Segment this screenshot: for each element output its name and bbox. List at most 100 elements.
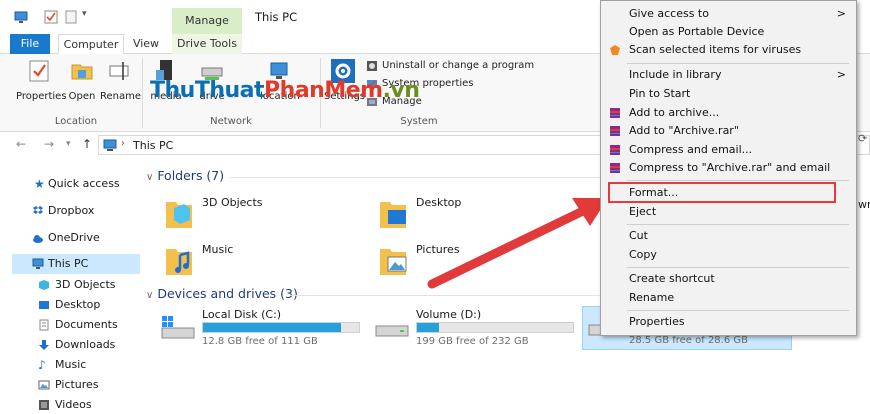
sidebar-item-label: Pictures	[55, 378, 99, 391]
this-pc-icon	[32, 258, 44, 269]
menu-item-open-portable[interactable]: Open as Portable Device	[601, 23, 856, 41]
folder-music[interactable]: Music	[164, 243, 364, 283]
back-arrow-icon[interactable]: ←	[16, 137, 26, 151]
sidebar-item-label: Quick access	[48, 177, 120, 190]
menu-item-label: Copy	[629, 248, 657, 261]
forward-arrow-icon[interactable]: →	[44, 137, 54, 151]
sidebar-item-videos[interactable]: Videos	[0, 395, 140, 414]
folder-3d-objects[interactable]: 3D Objects	[164, 196, 364, 236]
partially-hidden-folder-label: wn	[858, 198, 870, 211]
sidebar-item-onedrive[interactable]: OneDrive	[0, 228, 140, 248]
watermark-part3: .vn	[382, 78, 420, 103]
watermark-part2: PhanMem	[264, 78, 383, 103]
download-arrow-icon	[39, 340, 49, 350]
drive-free-space: 12.8 GB free of 111 GB	[202, 336, 318, 347]
this-pc-icon	[103, 139, 117, 151]
menu-item-label: Compress and email...	[629, 143, 753, 156]
sidebar-item-label: Music	[55, 358, 87, 371]
sidebar-item-label: Dropbox	[48, 204, 95, 217]
sidebar-item-pictures[interactable]: Pictures	[0, 375, 140, 395]
properties-button[interactable]: Properties	[16, 58, 67, 102]
breadcrumb-chevron-icon: ›	[121, 138, 125, 149]
tab-file[interactable]: File	[10, 34, 50, 54]
sidebar-item-dropbox[interactable]: Dropbox	[0, 201, 140, 221]
winrar-icon	[610, 163, 620, 173]
folders-header-label: Folders (7)	[157, 168, 225, 183]
sidebar-item-label: 3D Objects	[55, 278, 116, 291]
menu-item-label: Compress to "Archive.rar" and email	[629, 161, 831, 174]
menu-item-pin-start[interactable]: Pin to Start	[601, 85, 856, 103]
sidebar-item-label: This PC	[48, 257, 89, 270]
tab-view[interactable]: View	[128, 34, 164, 54]
context-tab-manage: Manage	[172, 8, 242, 34]
menu-item-rename[interactable]: Rename	[601, 289, 856, 307]
drives-header[interactable]: ∨ Devices and drives (3)	[146, 286, 298, 301]
properties-icon	[29, 60, 49, 82]
sidebar-item-quick-access[interactable]: ★ Quick access	[0, 174, 140, 194]
up-arrow-icon[interactable]: ↑	[82, 137, 92, 151]
sidebar-item-this-pc[interactable]: This PC	[12, 254, 140, 274]
sidebar-item-label: Desktop	[55, 298, 101, 311]
group-label-system: System	[400, 116, 438, 127]
refresh-icon[interactable]: ⟳	[858, 132, 867, 145]
3d-objects-icon	[39, 280, 49, 290]
section-divider	[230, 177, 600, 178]
new-folder-icon[interactable]	[64, 10, 78, 24]
sidebar-item-documents[interactable]: Documents	[0, 315, 140, 335]
folder-label: Pictures	[416, 243, 460, 256]
uninstall-program-button[interactable]: Uninstall or change a program	[366, 58, 534, 74]
properties-check-icon[interactable]	[44, 10, 58, 24]
format-highlight-box	[608, 182, 836, 203]
sidebar-item-3d-objects[interactable]: 3D Objects	[0, 275, 140, 295]
folder-desktop[interactable]: Desktop	[378, 196, 578, 236]
menu-item-compress-email[interactable]: Compress and email...	[601, 141, 856, 159]
watermark-part1: ThuThuat	[150, 78, 265, 103]
section-divider	[290, 295, 600, 296]
pane-edge-glyph: ⟳	[858, 132, 870, 152]
folder-pictures[interactable]: Pictures	[378, 243, 578, 283]
menu-item-cut[interactable]: Cut	[601, 227, 856, 245]
qat-dropdown-icon[interactable]: ▾	[82, 9, 87, 19]
drive-free-space: 199 GB free of 232 GB	[416, 336, 529, 347]
menu-item-label: Add to "Archive.rar"	[629, 124, 739, 137]
star-icon: ★	[34, 177, 45, 191]
menu-separator	[627, 224, 849, 225]
menu-item-compress-rar-email[interactable]: Compress to "Archive.rar" and email	[601, 159, 856, 177]
rename-button[interactable]: Rename	[100, 58, 141, 102]
menu-item-create-shortcut[interactable]: Create shortcut	[601, 270, 856, 288]
menu-separator	[627, 267, 849, 268]
watermark: ThuThuatPhanMem.vn	[150, 78, 420, 103]
menu-item-label: Eject	[629, 205, 657, 218]
menu-item-copy[interactable]: Copy	[601, 246, 856, 264]
menu-item-label: Rename	[629, 291, 675, 304]
menu-item-eject[interactable]: Eject	[601, 203, 856, 221]
tab-drive-tools[interactable]: Drive Tools	[172, 34, 242, 54]
desktop-folder-icon	[380, 202, 406, 228]
sidebar-item-desktop[interactable]: Desktop	[0, 295, 140, 315]
drive-volume-d[interactable]: Volume (D:) 199 GB free of 232 GB	[374, 308, 584, 352]
folders-header[interactable]: ∨ Folders (7)	[146, 168, 224, 183]
sidebar-item-downloads[interactable]: Downloads	[0, 335, 140, 355]
music-folder-icon	[166, 249, 192, 275]
uninstall-icon	[367, 61, 377, 71]
menu-separator	[627, 180, 849, 181]
tab-computer[interactable]: Computer	[58, 34, 124, 55]
menu-item-add-archive[interactable]: Add to archive...	[601, 104, 856, 122]
folder-label: Music	[202, 243, 234, 256]
winrar-icon	[610, 108, 620, 118]
menu-item-give-access[interactable]: Give access to >	[601, 5, 856, 23]
menu-item-add-archive-rar[interactable]: Add to "Archive.rar"	[601, 122, 856, 140]
open-button[interactable]: Open	[66, 58, 98, 102]
menu-item-label: Add to archive...	[629, 106, 720, 119]
recent-locations-icon[interactable]: ▾	[66, 139, 71, 149]
menu-item-properties[interactable]: Properties	[601, 313, 856, 331]
winrar-icon	[610, 145, 620, 155]
sidebar-item-music[interactable]: ♪ Music	[0, 355, 140, 375]
menu-item-scan-viruses[interactable]: Scan selected items for viruses	[601, 41, 856, 59]
folder-label: Desktop	[416, 196, 462, 209]
drive-local-disk-c[interactable]: Local Disk (C:) 12.8 GB free of 111 GB	[160, 308, 370, 352]
computer-icon[interactable]	[14, 10, 28, 24]
menu-item-include-library[interactable]: Include in library >	[601, 66, 856, 84]
cloud-icon	[33, 235, 43, 243]
breadcrumb-this-pc[interactable]: This PC	[133, 139, 173, 152]
